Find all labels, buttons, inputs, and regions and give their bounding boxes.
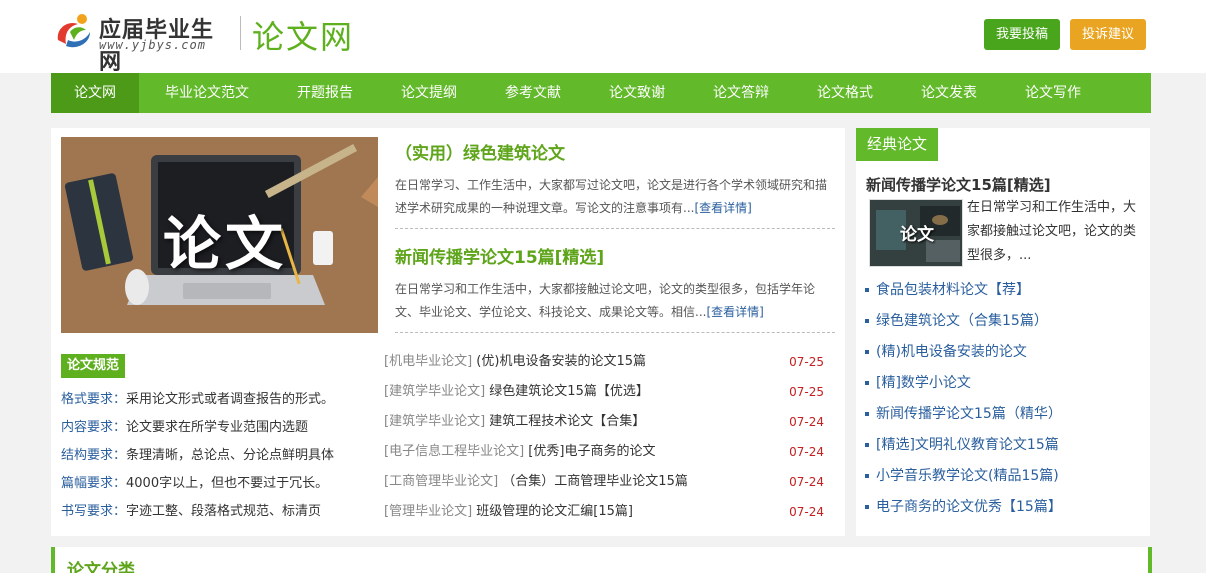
- sidebar-feature-title[interactable]: 新闻传播学论文15篇[精选]: [866, 174, 1051, 195]
- logo-icon: [57, 14, 90, 48]
- sidebar-feature-desc: 在日常学习和工作生活中，大家都接触过论文吧，论文的类型很多，...: [967, 200, 1137, 263]
- norm-value: 字迹工整、段落格式规范、标清页: [126, 504, 322, 519]
- norm-key[interactable]: 内容要求：: [61, 420, 126, 435]
- news-date: 07-24: [789, 475, 824, 489]
- norm-item: 书写要求：字迹工整、段落格式规范、标清页: [61, 502, 321, 522]
- norm-value: 条理清晰，总论点、分论点鲜明具体: [126, 448, 335, 463]
- news-item[interactable]: [工商管理毕业论文] （合集）工商管理毕业论文15篇 07-24: [384, 472, 824, 492]
- news-category[interactable]: [建筑学毕业论文]: [384, 414, 485, 429]
- sidebar-link[interactable]: 绿色建筑论文（合集15篇）: [865, 311, 1048, 331]
- norm-item: 格式要求：采用论文形式或者调查报告的形式。: [61, 390, 334, 410]
- news-item[interactable]: [管理毕业论文] 班级管理的论文汇编[15篇] 07-24: [384, 502, 824, 522]
- news-date: 07-24: [789, 505, 824, 519]
- sidebar-link[interactable]: 小学音乐教学论文(精品15篇): [865, 466, 1059, 486]
- norm-value: 论文要求在所学专业范围内选题: [126, 420, 309, 435]
- norm-key[interactable]: 篇幅要求：: [61, 476, 126, 491]
- news-date: 07-24: [789, 445, 824, 459]
- nav-item-references[interactable]: 参考文献: [485, 73, 581, 113]
- news-item[interactable]: [电子信息工程毕业论文] [优秀]电子商务的论文 07-24: [384, 442, 824, 462]
- nav-item-outline[interactable]: 论文提纲: [381, 73, 477, 113]
- featured-desc: 在日常学习、工作生活中，大家都写过论文吧，论文是进行各个学术领域研究和描述学术研…: [395, 174, 835, 220]
- norm-item: 篇幅要求：4000字以上，但也不要过于冗长。: [61, 474, 328, 494]
- featured-desc-text: 在日常学习、工作生活中，大家都写过论文吧，论文是进行各个学术领域研究和描述学术研…: [395, 178, 828, 215]
- featured-title[interactable]: 新闻传播学论文15篇[精选]: [395, 243, 835, 268]
- norm-value: 4000字以上，但也不要过于冗长。: [126, 476, 329, 491]
- logo-divider: [240, 16, 241, 50]
- nav-item-publish[interactable]: 论文发表: [901, 73, 997, 113]
- sidebar-link[interactable]: 食品包装材料论文【荐】: [865, 280, 1030, 300]
- news-date: 07-24: [789, 415, 824, 429]
- news-title[interactable]: [优秀]电子商务的论文: [528, 444, 655, 459]
- news-title[interactable]: （合集）工商管理毕业论文15篇: [502, 474, 688, 489]
- sidebar-thumbnail[interactable]: 论文: [869, 199, 963, 267]
- hero-image[interactable]: 论文: [61, 137, 378, 333]
- header: 应届毕业生网 www.yjbys.com 论文网 我要投稿 投诉建议: [0, 0, 1206, 75]
- category-section: 论文分类: [51, 547, 1152, 573]
- news-category[interactable]: [管理毕业论文]: [384, 504, 472, 519]
- featured-article: 新闻传播学论文15篇[精选] 在日常学习和工作生活中，大家都接触过论文吧，论文的…: [395, 243, 835, 333]
- news-title[interactable]: 班级管理的论文汇编[15篇]: [476, 504, 633, 519]
- complaint-button[interactable]: 投诉建议: [1070, 19, 1147, 50]
- norm-value: 采用论文形式或者调查报告的形式。: [126, 392, 335, 407]
- news-title[interactable]: 建筑工程技术论文【合集】: [489, 414, 645, 429]
- submit-article-button[interactable]: 我要投稿: [984, 19, 1061, 50]
- sidebar-link[interactable]: (精)机电设备安装的论文: [865, 342, 1027, 362]
- site-title[interactable]: 论文网: [252, 12, 354, 58]
- main-panel: 论文 （实用）绿色建筑论文 在日常学习、工作生活中，大家都写过论文吧，论文是进行…: [51, 128, 845, 536]
- logo-url: www.yjbys.com: [99, 38, 206, 52]
- category-section-title: 论文分类: [67, 561, 135, 573]
- news-item[interactable]: [建筑学毕业论文] 建筑工程技术论文【合集】 07-24: [384, 412, 824, 432]
- norm-key[interactable]: 结构要求：: [61, 448, 126, 463]
- sidebar: 经典论文 新闻传播学论文15篇[精选] 论文 在日常学习和工作生活中，大家都接触…: [856, 128, 1150, 536]
- view-details-link[interactable]: [查看详情]: [706, 305, 763, 319]
- featured-desc: 在日常学习和工作生活中，大家都接触过论文吧，论文的类型很多，包括学年论文、毕业论…: [395, 278, 835, 324]
- nav-item-acknowledgement[interactable]: 论文致谢: [589, 73, 685, 113]
- sidebar-link[interactable]: [精]数学小论文: [865, 373, 971, 393]
- news-date: 07-25: [789, 355, 824, 369]
- norms-label: 论文规范: [61, 354, 126, 378]
- news-item[interactable]: [建筑学毕业论文] 绿色建筑论文15篇【优选】 07-25: [384, 382, 824, 402]
- norm-item: 结构要求：条理清晰，总论点、分论点鲜明具体: [61, 446, 334, 466]
- divider: [395, 332, 835, 333]
- main-nav: 论文网 毕业论文范文 开题报告 论文提纲 参考文献 论文致谢 论文答辩 论文格式…: [51, 73, 1151, 113]
- news-category[interactable]: [工商管理毕业论文]: [384, 474, 498, 489]
- news-title[interactable]: 绿色建筑论文15篇【优选】: [489, 384, 649, 399]
- news-date: 07-25: [789, 385, 824, 399]
- norm-key[interactable]: 书写要求：: [61, 504, 126, 519]
- news-category[interactable]: [电子信息工程毕业论文]: [384, 444, 524, 459]
- featured-title[interactable]: （实用）绿色建筑论文: [395, 139, 835, 164]
- news-item[interactable]: [机电毕业论文] (优)机电设备安装的论文15篇 07-25: [384, 352, 824, 372]
- sidebar-heading: 经典论文: [856, 128, 939, 161]
- nav-item-proposal[interactable]: 开题报告: [277, 73, 373, 113]
- sidebar-link[interactable]: 电子商务的论文优秀【15篇】: [865, 497, 1062, 517]
- nav-item-home[interactable]: 论文网: [51, 73, 139, 113]
- sidebar-link[interactable]: 新闻传播学论文15篇（精华）: [865, 404, 1062, 424]
- featured-article: （实用）绿色建筑论文 在日常学习、工作生活中，大家都写过论文吧，论文是进行各个学…: [395, 139, 835, 229]
- site-logo[interactable]: 应届毕业生网 www.yjbys.com: [52, 10, 232, 75]
- nav-item-samples[interactable]: 毕业论文范文: [149, 73, 265, 113]
- nav-item-format[interactable]: 论文格式: [797, 73, 893, 113]
- news-title[interactable]: (优)机电设备安装的论文15篇: [476, 354, 646, 369]
- norm-key[interactable]: 格式要求：: [61, 392, 126, 407]
- news-category[interactable]: [建筑学毕业论文]: [384, 384, 485, 399]
- divider: [395, 228, 835, 229]
- view-details-link[interactable]: [查看详情]: [694, 201, 751, 215]
- norm-item: 内容要求：论文要求在所学专业范围内选题: [61, 418, 308, 438]
- hero-text: 论文: [163, 210, 288, 278]
- nav-item-defense[interactable]: 论文答辩: [693, 73, 789, 113]
- sidebar-link[interactable]: [精选]文明礼仪教育论文15篇: [865, 435, 1059, 455]
- news-category[interactable]: [机电毕业论文]: [384, 354, 472, 369]
- thumbnail-text: 论文: [900, 225, 934, 245]
- nav-item-writing[interactable]: 论文写作: [1005, 73, 1101, 113]
